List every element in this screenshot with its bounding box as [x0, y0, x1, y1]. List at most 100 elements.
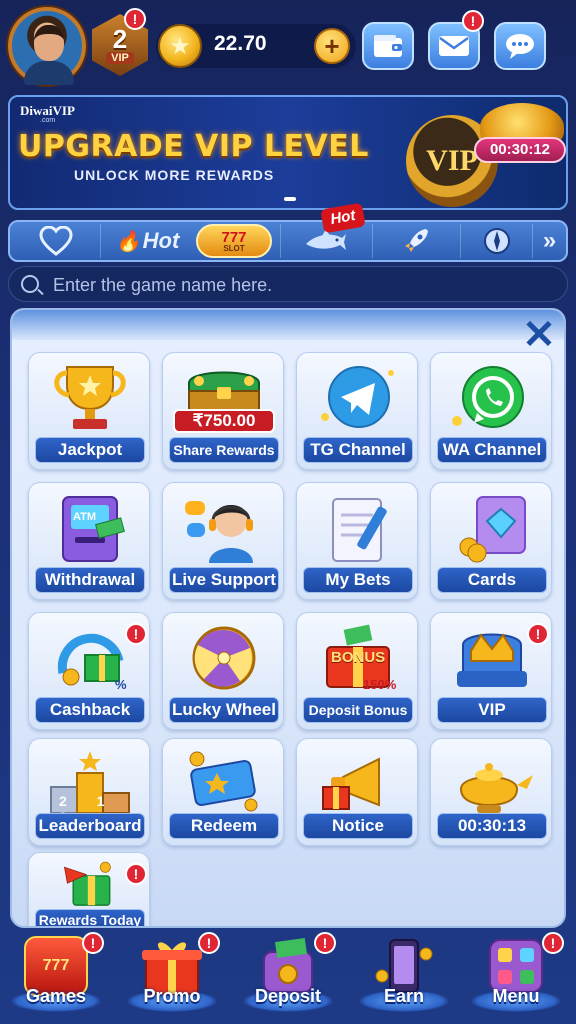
cashback-alert-badge: ! [125, 623, 147, 645]
vip-throne-icon [457, 633, 527, 687]
tile-notice-label: Notice [303, 813, 413, 839]
double-chevron-right-icon: » [542, 227, 557, 254]
slot-machine-text: 777 [42, 957, 70, 974]
add-funds-button[interactable]: + [314, 28, 350, 64]
menu-panel-header [12, 310, 564, 340]
tile-jackpot-label: Jackpot [35, 437, 145, 463]
rewards-today-alert-badge: ! [125, 863, 147, 885]
share-rewards-amount: ₹750.00 [173, 409, 275, 433]
tile-withdrawal[interactable]: ATM Withdrawal [28, 482, 150, 600]
tile-wa-channel[interactable]: WA Channel [430, 352, 552, 470]
category-tabs: 🔥 Hot 777 SLOT » [8, 220, 568, 262]
brand-logo-sub: .com [40, 117, 56, 124]
tile-leaderboard[interactable]: 2 1 3 Leaderboard [28, 738, 150, 846]
wallet-icon [374, 35, 402, 57]
tab-sports[interactable] [460, 224, 532, 258]
tile-withdrawal-label: Withdrawal [35, 567, 145, 593]
vip-alert-badge: ! [124, 8, 146, 30]
nav-promo[interactable]: ! Promo [116, 928, 228, 1024]
tile-cards-label: Cards [437, 567, 547, 593]
nav-games[interactable]: 777 ! Games [0, 928, 112, 1024]
banner-countdown-timer: 00:30:12 [474, 137, 566, 163]
close-menu-button[interactable]: ✕ [522, 315, 556, 355]
vip-tile-alert-badge: ! [527, 623, 549, 645]
top-bar: 2 VIP ! ★ 22.70 + ! [0, 0, 576, 92]
vip-coin-text: VIP [426, 144, 478, 177]
nav-deposit[interactable]: ! Deposit [232, 928, 344, 1024]
notepad-icon [332, 498, 387, 562]
whatsapp-icon [452, 366, 524, 428]
deposit-bonus-percent: 150% [363, 677, 397, 692]
rewards-today-icon [63, 861, 111, 906]
tile-my-bets[interactable]: My Bets [296, 482, 418, 600]
vip-level-label: VIP [106, 52, 134, 64]
tile-tg-channel[interactable]: TG Channel [296, 352, 418, 470]
tile-wa-channel-label: WA Channel [437, 437, 547, 463]
tile-deposit-bonus-label: Deposit Bonus [303, 697, 413, 723]
tabs-scroll-right[interactable]: » [532, 224, 566, 258]
deposit-bonus-art-text: BONUS [331, 649, 386, 666]
tile-lucky-wheel-label: Lucky Wheel [169, 697, 279, 723]
nav-deposit-label: Deposit [254, 986, 321, 1006]
cashback-percent-text: % [115, 677, 127, 692]
tile-notice[interactable]: Notice [296, 738, 418, 846]
tile-cashback[interactable]: % ! Cashback [28, 612, 150, 730]
tile-my-bets-label: My Bets [303, 567, 413, 593]
chat-icon [506, 34, 534, 59]
avatar[interactable] [8, 7, 86, 85]
rocket-icon [404, 229, 428, 252]
chat-button[interactable] [494, 22, 546, 70]
tile-share-rewards[interactable]: ₹750.00 Share Rewards [162, 352, 284, 470]
tile-redeem[interactable]: Redeem [162, 738, 284, 846]
tile-vip[interactable]: ! VIP [430, 612, 552, 730]
star-coin-icon: ★ [158, 24, 202, 68]
nav-games-label: Games [25, 986, 87, 1006]
nav-earn-label: Earn [383, 986, 425, 1006]
search-icon[interactable] [21, 275, 39, 293]
nav-menu-badge: ! [542, 932, 564, 954]
tab-crash[interactable] [372, 224, 458, 258]
tile-live-support[interactable]: Live Support [162, 482, 284, 600]
mail-icon [439, 36, 469, 56]
prize-wheel-icon [192, 626, 256, 690]
tab-hot[interactable]: 🔥 Hot [100, 224, 194, 258]
magic-lamp-icon [459, 763, 533, 813]
avatar-body [24, 61, 74, 85]
support-agent-icon [185, 501, 253, 563]
search-input[interactable] [53, 271, 553, 299]
tile-leaderboard-label: Leaderboard [35, 813, 145, 839]
megaphone-icon [322, 757, 380, 810]
game-search-bar [8, 266, 568, 302]
tile-deposit-bonus[interactable]: BONUS 150% Deposit Bonus [296, 612, 418, 730]
tile-tg-channel-label: TG Channel [303, 437, 413, 463]
wallet-button[interactable] [362, 22, 414, 70]
tile-jackpot[interactable]: Jackpot [28, 352, 150, 470]
mail-alert-badge: ! [462, 10, 484, 32]
tab-hot-label: Hot [142, 228, 180, 253]
tile-redeem-label: Redeem [169, 813, 279, 839]
diamond-card-icon [459, 496, 526, 563]
tile-lamp-timer[interactable]: 00:30:13 [430, 738, 552, 846]
telegram-icon [321, 366, 394, 428]
balance-amount: 22.70 [214, 32, 267, 55]
banner-subline: UNLOCK MORE REWARDS [74, 167, 275, 183]
tab-slot[interactable]: 777 SLOT [196, 224, 272, 258]
nav-menu[interactable]: ! Menu [460, 928, 572, 1024]
nav-menu-label: Menu [492, 986, 540, 1006]
banner-headline: UPGRADE VIP LEVEL [18, 129, 369, 164]
tab-favorites[interactable] [14, 224, 98, 258]
nav-promo-label: Promo [143, 986, 201, 1006]
trophy-icon [54, 366, 126, 429]
nav-earn[interactable]: Earn [348, 928, 460, 1024]
tab-slot-number: 777 [221, 228, 247, 246]
tile-lucky-wheel[interactable]: Lucky Wheel [162, 612, 284, 730]
tab-slot-label: SLOT [223, 243, 245, 253]
menu-panel: ✕ Jackpot ₹750.00 Share Rewards TG Chann… [10, 308, 566, 928]
nav-deposit-badge: ! [314, 932, 336, 954]
tile-rewards-today-label: Rewards Today [35, 909, 145, 926]
tile-vip-label: VIP [437, 697, 547, 723]
bottom-nav: 777 ! Games ! Promo ! Deposit Earn ! Men… [0, 928, 576, 1024]
tile-rewards-today[interactable]: ! Rewards Today [28, 852, 150, 926]
tile-cards[interactable]: Cards [430, 482, 552, 600]
tile-lamp-timer-label: 00:30:13 [437, 813, 547, 839]
